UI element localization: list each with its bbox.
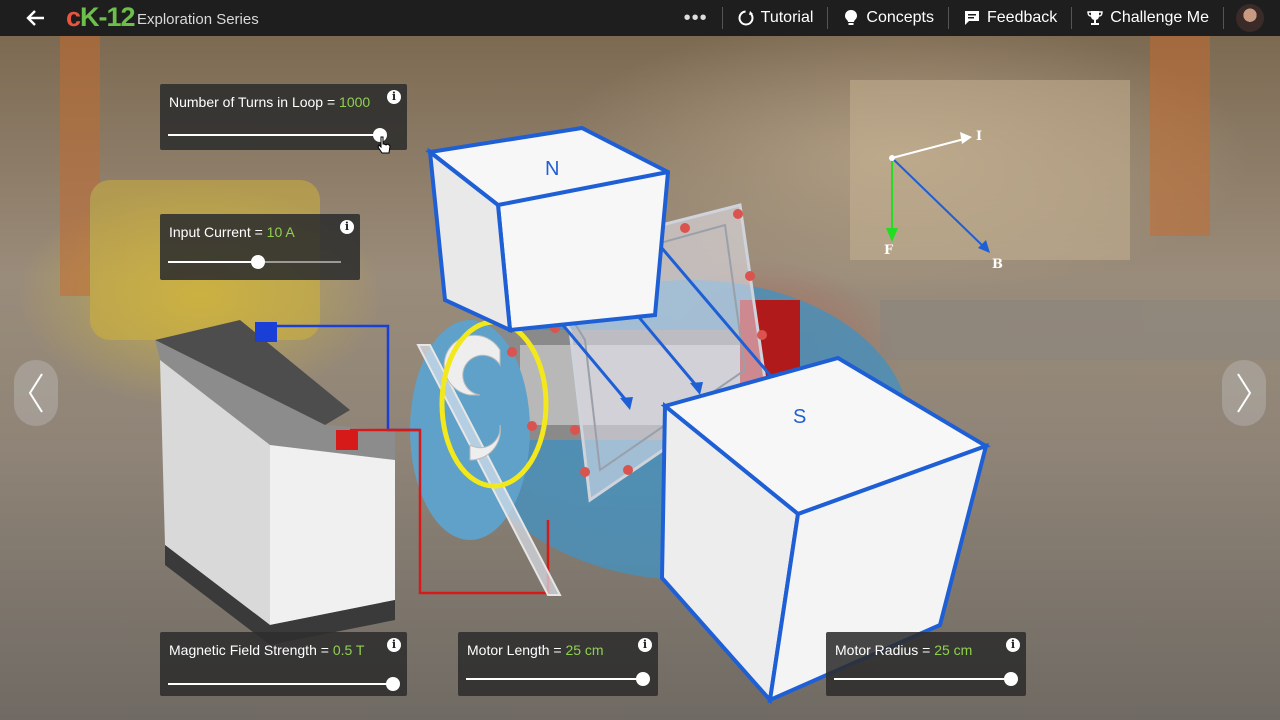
pointer-cursor-icon [377,136,391,154]
field-strength-value: 0.5 T [332,642,365,658]
exploration-series-title: Exploration Series [137,11,259,28]
info-icon[interactable]: i [387,90,401,104]
more-options-button[interactable]: ••• [678,7,714,30]
battery [155,320,395,645]
tutorial-icon [738,10,754,26]
turns-label: Number of Turns in Loop = [169,94,340,110]
field-strength-control: Magnetic Field Strength = 0.5 T i [160,632,407,696]
motor-length-control: Motor Length = 25 cm i [458,632,658,696]
lightbulb-icon [845,10,858,25]
info-icon[interactable]: i [1006,638,1020,652]
next-arrow-button[interactable] [1222,360,1266,426]
motor-radius-slider-thumb[interactable] [1004,672,1018,686]
north-pole-label: N [545,158,560,180]
battery-positive-terminal [336,430,358,450]
field-strength-slider-fill [168,683,393,685]
challenge-me-button[interactable]: Challenge Me [1072,9,1223,27]
current-value: 10 A [266,224,295,240]
motor-radius-control: Motor Radius = 25 cm i [826,632,1026,696]
current-control: Input Current = 10 A i [160,214,360,280]
field-strength-slider[interactable] [168,677,400,691]
motor-radius-slider-fill [834,678,1011,680]
current-slider-fill [168,261,258,263]
info-icon[interactable]: i [638,638,652,652]
motor-radius-slider[interactable] [834,672,1018,686]
motor-radius-value: 25 cm [934,642,973,658]
previous-arrow-button[interactable] [14,360,58,426]
back-arrow-icon[interactable] [22,6,50,30]
motor-length-label: Motor Length = [467,642,566,658]
menu-divider [1223,7,1224,29]
trophy-icon [1087,11,1103,25]
south-pole-label: S [793,406,807,428]
current-slider-thumb[interactable] [250,255,265,269]
motor-length-value: 25 cm [565,642,604,658]
force-vector-label: F [884,243,894,258]
field-vector-label: B [992,257,1003,272]
info-icon[interactable]: i [340,220,354,234]
ck12-logo[interactable]: cK-12 [66,2,136,33]
turns-control: Number of Turns in Loop = 1000 i [160,84,407,150]
motor-length-slider-thumb[interactable] [636,672,650,686]
turns-slider-fill [168,134,380,136]
current-label: Input Current = [169,224,267,240]
user-avatar[interactable] [1236,4,1264,32]
turns-value: 1000 [339,94,371,110]
concepts-button[interactable]: Concepts [828,9,948,27]
chevron-right-icon [1237,373,1252,413]
motor-length-slider-fill [466,678,643,680]
field-strength-slider-thumb[interactable] [386,677,400,691]
top-bar: cK-12 Exploration Series ••• Tutorial Co… [0,0,1280,36]
header-menu: ••• Tutorial Concepts Feedback Challenge… [678,0,1280,36]
tutorial-button[interactable]: Tutorial [723,9,828,27]
feedback-button[interactable]: Feedback [949,9,1071,27]
feedback-icon [965,11,979,25]
motor-radius-label: Motor Radius = [835,642,935,658]
info-icon[interactable]: i [387,638,401,652]
current-slider[interactable] [168,255,341,269]
motor-length-slider[interactable] [466,672,650,686]
turns-slider[interactable] [168,128,387,142]
current-vector-label: I [976,129,983,144]
field-strength-label: Magnetic Field Strength = [169,642,333,658]
chevron-left-icon [28,373,43,413]
